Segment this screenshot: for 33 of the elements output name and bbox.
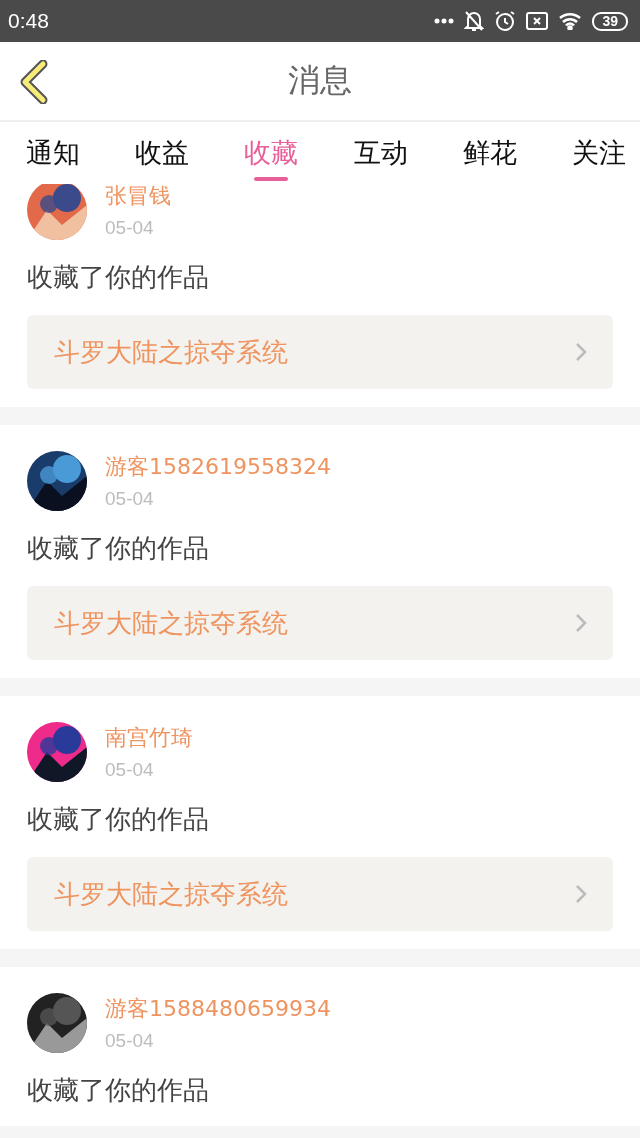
user-name[interactable]: 南宫竹琦: [105, 723, 193, 753]
page-title: 消息: [288, 60, 352, 101]
message-text: 收藏了你的作品: [27, 532, 210, 565]
tab[interactable]: 通知: [26, 122, 80, 184]
tab[interactable]: 收藏: [244, 122, 299, 184]
bell-off-icon: [464, 10, 485, 32]
message-text: 收藏了你的作品: [27, 1074, 210, 1107]
chevron-icon: [575, 342, 587, 362]
wifi-icon: [558, 12, 583, 30]
tab[interactable]: 关注: [571, 122, 626, 184]
message-date: 05-04: [105, 759, 155, 781]
user-name[interactable]: 张冒钱: [105, 184, 171, 211]
message-date: 05-04: [105, 1030, 155, 1052]
work-link[interactable]: 斗罗大陆之掠夺系统: [27, 315, 613, 389]
user-name[interactable]: 游客1588480659934: [105, 994, 331, 1024]
message-text: 收藏了你的作品: [27, 803, 210, 836]
user-name[interactable]: 游客1582619558324: [105, 452, 331, 482]
alarm-icon: [494, 10, 517, 32]
clock: 0:48: [8, 9, 49, 33]
message-text: 收藏了你的作品: [27, 261, 210, 294]
chevron-icon: [575, 613, 587, 633]
tab[interactable]: 鲜花: [462, 122, 517, 184]
message-date: 05-04: [105, 217, 155, 239]
message-date: 05-04: [105, 488, 155, 510]
sim-icon: [526, 12, 549, 30]
work-link[interactable]: 斗罗大陆之掠夺系统: [27, 586, 613, 660]
work-link[interactable]: 斗罗大陆之掠夺系统: [27, 857, 613, 931]
battery-level: 39: [592, 11, 628, 31]
chevron-icon: [575, 884, 587, 904]
dots-icon: [434, 18, 455, 24]
back-icon: [19, 60, 49, 104]
tab[interactable]: 互动: [353, 122, 408, 184]
tab[interactable]: 收益: [135, 122, 190, 184]
